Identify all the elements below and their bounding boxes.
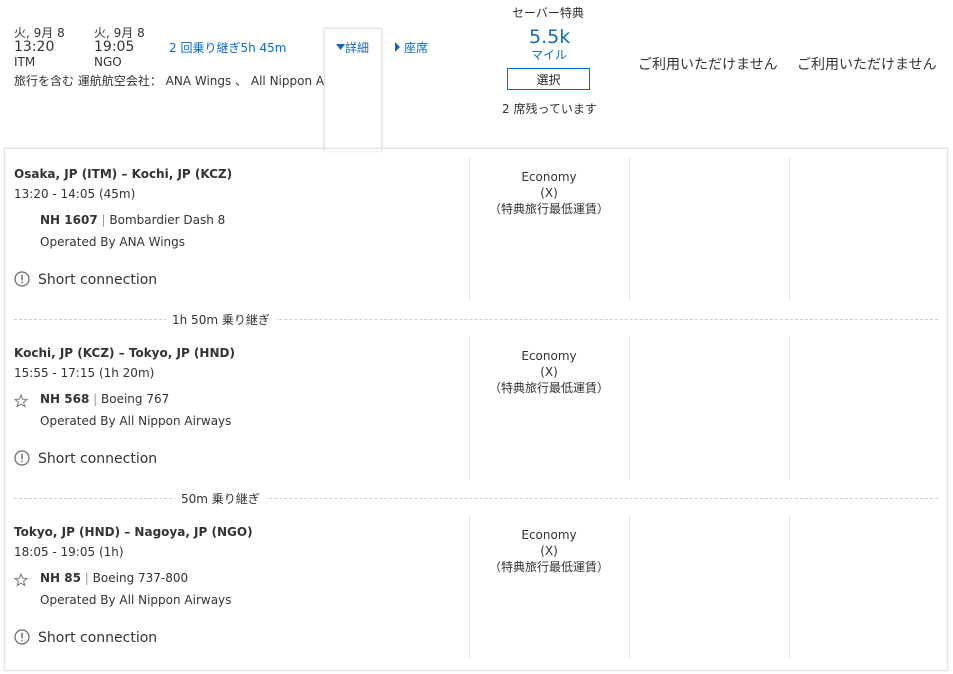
cabin-class: Economy [521, 349, 577, 363]
short-connection-warning: Short connection [38, 272, 158, 288]
cabin-info: Economy (X) （特典旅行最低運賃） [469, 527, 629, 575]
segment-operator: Operated By All Nippon Airways [40, 414, 232, 428]
exclamation-circle-icon [14, 450, 30, 466]
short-connection-warning: Short connection [38, 451, 158, 467]
exclamation-circle-icon [14, 271, 30, 287]
details-toggle[interactable]: 詳細 [336, 39, 369, 56]
separator: | [101, 213, 106, 227]
separator: | [84, 571, 89, 585]
operating-carriers: 旅行を含む 運航航空会社： ANA Wings 、 All Nippon Air… [14, 74, 326, 88]
seats-label: 座席 [404, 41, 429, 55]
column-divider [789, 516, 790, 658]
stops-link[interactable]: 2 回乗り継ぎ5h 45m [169, 39, 286, 56]
segment-times: 18:05 - 19:05 (1h) [14, 545, 124, 559]
fare-type: （特典旅行最低運賃） [488, 202, 609, 216]
flight-number: NH 1607 [40, 213, 98, 227]
segment-route: Osaka, JP (ITM) – Kochi, JP (KCZ) [14, 167, 233, 181]
flight-number: NH 85 [40, 571, 81, 585]
fare-unavailable-1: ご利用いただけません [638, 57, 778, 73]
caret-right-icon [395, 42, 400, 52]
column-divider [629, 158, 630, 300]
column-divider [629, 516, 630, 658]
column-divider [629, 337, 630, 479]
select-fare-button[interactable]: 選択 [507, 68, 590, 90]
connection-divider [14, 498, 938, 499]
aircraft-type: Bombardier Dash 8 [109, 213, 226, 227]
segment-operator: Operated By ANA Wings [40, 235, 186, 249]
caret-down-icon [336, 44, 345, 50]
segment-flight: NH 568 | Boeing 767 [40, 392, 169, 406]
star-alliance-icon [14, 573, 28, 587]
aircraft-type: Boeing 767 [101, 392, 170, 406]
segment-flight: NH 1607 | Bombardier Dash 8 [40, 213, 225, 227]
fare-type: （特典旅行最低運賃） [488, 560, 609, 574]
fare-type: （特典旅行最低運賃） [488, 381, 609, 395]
segment-route: Kochi, JP (KCZ) – Tokyo, JP (HND) [14, 346, 235, 360]
stops-count: 2 回乗り継ぎ [169, 41, 241, 55]
connection-duration: 1h 50m 乗り継ぎ [166, 311, 276, 328]
depart-time: 13:20 [14, 39, 55, 55]
column-divider [789, 158, 790, 300]
seats-remaining: 2 席残っています [502, 102, 597, 116]
cabin-info: Economy (X) （特典旅行最低運賃） [469, 348, 629, 396]
segment-flight: NH 85 | Boeing 737-800 [40, 571, 188, 585]
cabin-info: Economy (X) （特典旅行最低運賃） [469, 169, 629, 217]
short-connection-warning: Short connection [38, 630, 158, 646]
connection-divider [14, 319, 938, 320]
segment-times: 13:20 - 14:05 (45m) [14, 187, 136, 201]
cabin-code: (X) [540, 544, 558, 558]
cabin-code: (X) [540, 365, 558, 379]
column-divider [789, 337, 790, 479]
segment-route: Tokyo, JP (HND) – Nagoya, JP (NGO) [14, 525, 253, 539]
exclamation-circle-icon [14, 629, 30, 645]
cabin-class: Economy [521, 170, 577, 184]
seats-toggle[interactable]: 座席 [394, 39, 428, 56]
cabin-code: (X) [540, 186, 558, 200]
fare-unavailable-2: ご利用いただけません [797, 57, 937, 73]
fare-miles: 5.5k [529, 26, 571, 48]
star-alliance-icon [14, 394, 28, 408]
fare-type-header: セーバー特典 [512, 6, 584, 20]
separator: | [93, 392, 98, 406]
fare-miles-unit: マイル [531, 48, 568, 62]
connection-duration: 50m 乗り継ぎ [175, 490, 266, 507]
depart-airport: ITM [14, 55, 36, 69]
arrive-airport: NGO [94, 55, 122, 69]
details-label: 詳細 [345, 41, 370, 55]
cabin-class: Economy [521, 528, 577, 542]
trip-duration: 5h 45m [240, 41, 287, 55]
flight-number: NH 568 [40, 392, 90, 406]
arrive-time: 19:05 [94, 39, 135, 55]
segment-operator: Operated By All Nippon Airways [40, 593, 232, 607]
aircraft-type: Boeing 737-800 [92, 571, 189, 585]
segment-times: 15:55 - 17:15 (1h 20m) [14, 366, 155, 380]
